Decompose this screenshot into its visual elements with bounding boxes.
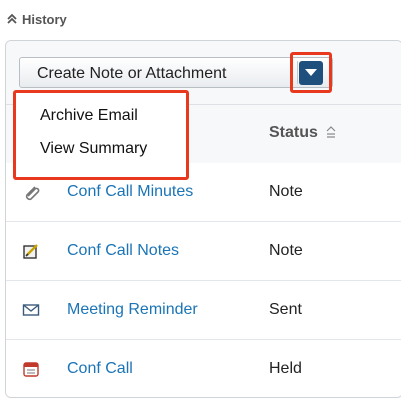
subject-link[interactable]: Conf Call Notes [67, 242, 179, 260]
calendar-call-icon [22, 360, 40, 378]
menu-item-archive-email[interactable]: Archive Email [40, 107, 138, 125]
status-cell: Note [269, 183, 303, 200]
status-cell: Note [269, 242, 303, 259]
create-note-button[interactable]: Create Note or Attachment [19, 57, 333, 88]
menu-item-view-summary[interactable]: View Summary [40, 140, 147, 158]
history-subpanel-header[interactable]: History [6, 8, 67, 30]
actions-dropdown-menu: Archive Email View Summary [13, 90, 189, 180]
status-cell: Held [269, 360, 302, 377]
table-row: Conf Call Notes Note [6, 222, 401, 281]
table-row: Conf Call Held [6, 340, 401, 397]
table-row: Meeting Reminder Sent [6, 281, 401, 340]
status-column-header[interactable]: Status [269, 124, 336, 142]
status-cell: Sent [269, 301, 302, 318]
dropdown-toggle-button[interactable] [299, 60, 323, 85]
subject-link[interactable]: Conf Call [67, 360, 133, 378]
subject-link[interactable]: Conf Call Minutes [67, 183, 193, 201]
dropdown-toggle-highlight[interactable] [290, 52, 332, 93]
caret-down-icon [305, 64, 317, 82]
subject-link[interactable]: Meeting Reminder [67, 301, 198, 319]
note-edit-icon [22, 242, 40, 260]
sort-icon[interactable] [326, 126, 336, 140]
double-chevron-up-icon[interactable] [6, 12, 18, 26]
status-header-label: Status [269, 124, 318, 141]
create-note-label: Create Note or Attachment [37, 65, 227, 82]
envelope-icon [22, 301, 40, 319]
subpanel-title: History [22, 11, 67, 27]
paperclip-icon [22, 183, 40, 201]
